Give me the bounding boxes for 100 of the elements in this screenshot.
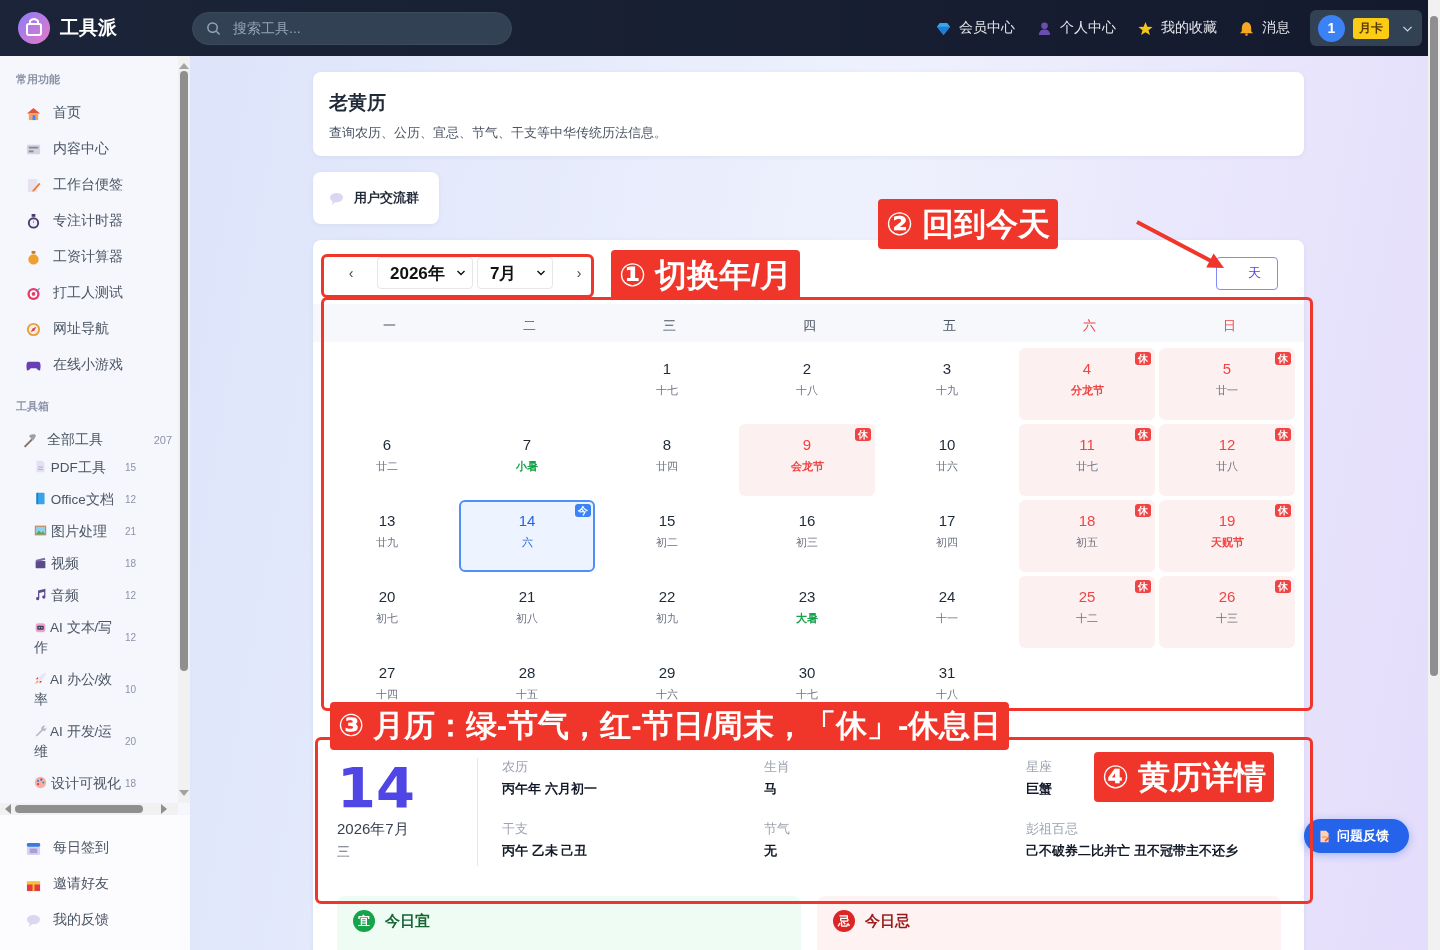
sidebar-item[interactable]: 邀请好友: [16, 866, 190, 902]
day-cell[interactable]: 15 初二: [599, 500, 735, 572]
inauspicious-badge: 忌: [833, 910, 855, 932]
nav-link[interactable]: 会员中心: [936, 19, 1015, 37]
day-number: 11: [1079, 436, 1095, 453]
sidebar-subitem[interactable]: AI 办公/效率 10: [16, 670, 146, 710]
day-cell[interactable]: 4 分龙节 休: [1019, 348, 1155, 420]
sidebar-item[interactable]: 每日签到: [16, 830, 190, 866]
day-cell[interactable]: 30 十七: [739, 652, 875, 702]
day-number: 2: [802, 360, 812, 377]
day-number: 9: [802, 436, 812, 453]
search-field[interactable]: 搜索工具...: [192, 11, 512, 45]
sidebar-item[interactable]: 打工人测试: [16, 275, 146, 311]
user-menu[interactable]: 1 月卡: [1310, 10, 1422, 46]
day-cell[interactable]: 12 廿八 休: [1159, 424, 1295, 496]
lunar-date: 十八: [936, 687, 958, 702]
day-cell[interactable]: 9 会龙节 休: [739, 424, 875, 496]
day-number: 10: [938, 436, 956, 453]
day-cell[interactable]: 8 廿四: [599, 424, 735, 496]
day-number: 3: [942, 360, 952, 377]
lunar-date: 初七: [376, 611, 398, 626]
lunar-date: 十三: [1216, 611, 1238, 626]
sidebar-subitem[interactable]: 设计可视化 18: [16, 774, 146, 794]
detail-value: 丙午年 六月初一: [502, 780, 597, 798]
day-cell[interactable]: 29 十六: [599, 652, 735, 702]
day-cell[interactable]: 2 十八: [739, 348, 875, 420]
sidebar-item[interactable]: 专注计时器: [16, 203, 146, 239]
day-cell[interactable]: 14 六 今: [459, 500, 595, 572]
day-cell[interactable]: 10 廿六: [879, 424, 1015, 496]
day-cell[interactable]: 31 十八: [879, 652, 1015, 702]
day-cell[interactable]: 6 廿二: [319, 424, 455, 496]
day-cell[interactable]: 1 十七: [599, 348, 735, 420]
sidebar-item[interactable]: 工资计算器: [16, 239, 146, 275]
day-number: 24: [938, 588, 956, 605]
day-cell[interactable]: 13 廿九: [319, 500, 455, 572]
sidebar-subitem[interactable]: 视频 18: [16, 554, 146, 574]
day-cell[interactable]: 20 初七: [319, 576, 455, 648]
day-cell[interactable]: 21 初八: [459, 576, 595, 648]
logo-icon[interactable]: [18, 12, 50, 44]
scrollbar[interactable]: [1428, 0, 1440, 950]
lunar-date: 廿八: [1216, 459, 1238, 474]
stopwatch-icon: [26, 213, 41, 229]
day-cell[interactable]: 5 廿一 休: [1159, 348, 1295, 420]
group-chat-button[interactable]: 用户交流群: [313, 172, 439, 224]
day-cell[interactable]: 16 初三: [739, 500, 875, 572]
today-button[interactable]: 天: [1216, 256, 1278, 290]
day-number: 17: [938, 512, 956, 529]
sidebar-item[interactable]: 内容中心: [16, 131, 146, 167]
lunar-date: 十六: [656, 687, 678, 702]
lunar-date: 十二: [1076, 611, 1098, 626]
year-select[interactable]: 2026年: [377, 257, 473, 289]
lunar-date: 会龙节: [790, 459, 824, 474]
holiday-badge: 休: [1275, 352, 1291, 365]
sidebar-item[interactable]: 在线小游戏: [16, 347, 146, 383]
sidebar-subitem[interactable]: 音频 12: [16, 586, 146, 606]
compass-icon: [26, 321, 41, 337]
scrollbar[interactable]: [178, 56, 190, 803]
brand-name: 工具派: [60, 16, 117, 40]
sidebar-item[interactable]: 首页: [16, 95, 146, 131]
section-title: 常用功能: [16, 72, 61, 87]
day-cell[interactable]: 18 初五 休: [1019, 500, 1155, 572]
day-cell[interactable]: 27 十四: [319, 652, 455, 702]
holiday-badge: 休: [1275, 504, 1291, 517]
nav-link[interactable]: 消息: [1239, 19, 1290, 37]
sidebar-item[interactable]: 工作台便签: [16, 167, 146, 203]
day-cell[interactable]: 26 十三 休: [1159, 576, 1295, 648]
sidebar-subitem[interactable]: PDF工具 15: [16, 458, 146, 478]
detail-label: 干支: [502, 820, 528, 838]
sidebar-subitem[interactable]: AI 文本/写作 12: [16, 618, 146, 658]
day-number: 20: [378, 588, 396, 605]
day-cell[interactable]: 24 十一: [879, 576, 1015, 648]
palette-icon: [34, 776, 47, 789]
membership-badge: 月卡: [1353, 17, 1389, 39]
sidebar-subitem[interactable]: AI 开发/运维 20: [16, 722, 146, 762]
sidebar-item[interactable]: 网址导航: [16, 311, 146, 347]
scrollbar[interactable]: [0, 803, 178, 815]
day-cell[interactable]: 11 廿七 休: [1019, 424, 1155, 496]
person-icon: [1037, 20, 1052, 36]
month-select[interactable]: 7月: [477, 257, 553, 289]
detail-value: 己不破券二比并亡 丑不冠带主不还乡: [1026, 842, 1238, 860]
detail-label: 生肖: [764, 758, 790, 776]
detail-label: 农历: [502, 758, 528, 776]
day-cell[interactable]: 19 天贶节 休: [1159, 500, 1295, 572]
sidebar-subitem[interactable]: 图片处理 21: [16, 522, 146, 542]
day-cell[interactable]: 7 小暑: [459, 424, 595, 496]
sidebar-subitem[interactable]: Office文档 12: [16, 490, 146, 510]
feedback-button[interactable]: 问题反馈: [1304, 819, 1409, 853]
day-cell[interactable]: 28 十五: [459, 652, 595, 702]
nav-link[interactable]: 我的收藏: [1138, 19, 1217, 37]
day-cell[interactable]: 23 大暑: [739, 576, 875, 648]
nav-link[interactable]: 个人中心: [1037, 19, 1116, 37]
day-cell[interactable]: 17 初四: [879, 500, 1015, 572]
lunar-date: 初五: [1076, 535, 1098, 550]
day-number: 31: [938, 664, 956, 681]
detail-value: 巨蟹: [1026, 780, 1052, 798]
sidebar-item[interactable]: 我的反馈: [16, 902, 190, 938]
day-cell[interactable]: 25 十二 休: [1019, 576, 1155, 648]
sidebar-item[interactable]: 全部工具 207: [16, 422, 172, 458]
day-cell[interactable]: 3 十九: [879, 348, 1015, 420]
day-cell[interactable]: 22 初九: [599, 576, 735, 648]
